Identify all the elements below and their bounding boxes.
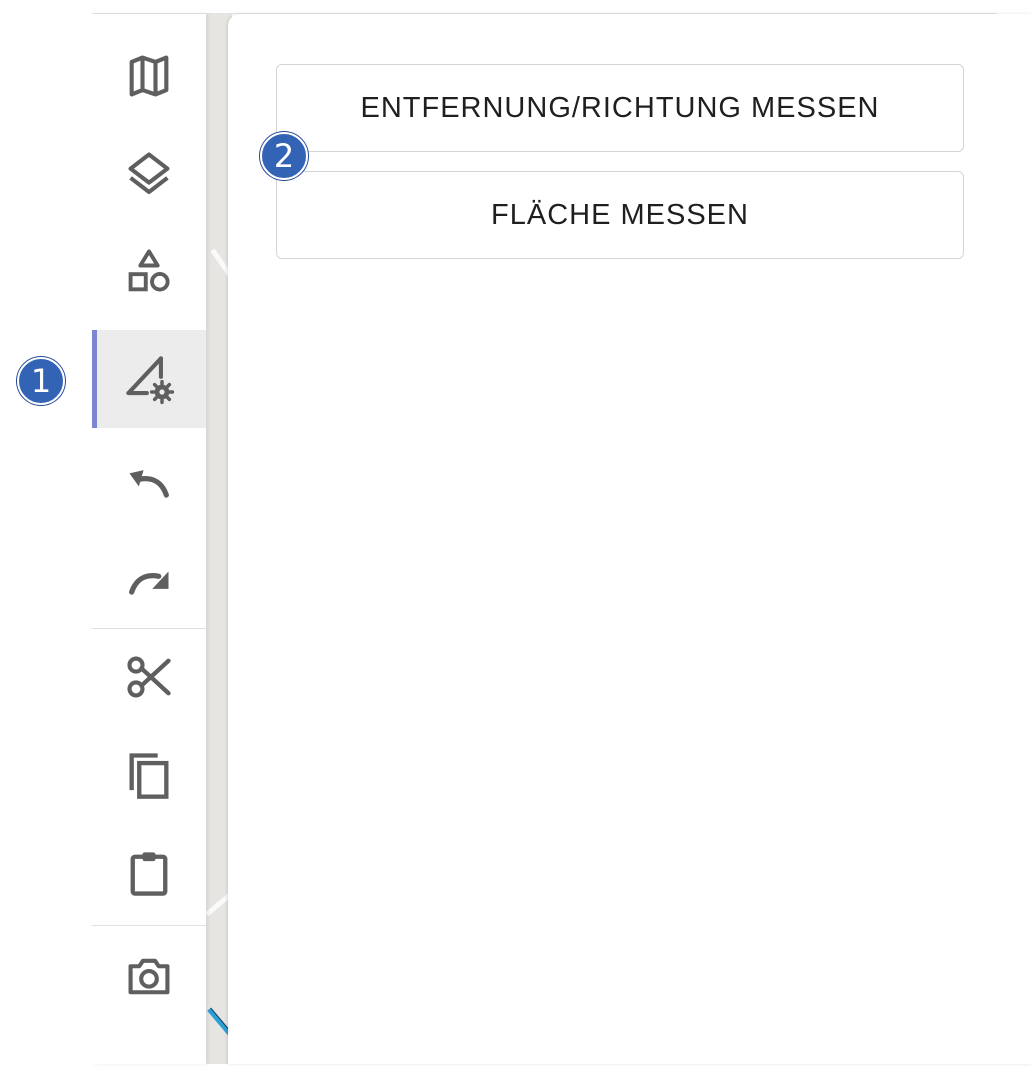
camera-icon bbox=[128, 958, 170, 995]
paste-button[interactable] bbox=[92, 824, 206, 922]
copy-button[interactable] bbox=[92, 726, 206, 824]
shapes-icon bbox=[128, 249, 170, 292]
redo-icon bbox=[129, 571, 169, 595]
annotation-badge-2: 2 bbox=[260, 132, 308, 180]
measure-area-button[interactable]: FLÄCHE MESSEN bbox=[276, 171, 964, 259]
measure-settings-icon bbox=[126, 356, 175, 405]
undo-button[interactable] bbox=[92, 432, 206, 530]
shapes-tool-button[interactable] bbox=[92, 223, 206, 321]
measure-tool-button[interactable] bbox=[92, 330, 206, 428]
map-tool-button[interactable] bbox=[92, 27, 206, 125]
measure-distance-direction-button[interactable]: ENTFERNUNG/RICHTUNG MESSEN bbox=[276, 64, 964, 152]
undo-icon bbox=[129, 470, 169, 498]
clipboard-icon bbox=[130, 852, 168, 896]
redo-button[interactable] bbox=[92, 529, 206, 627]
annotation-badge-1: 1 bbox=[17, 357, 65, 405]
left-toolbar bbox=[92, 14, 206, 1064]
app-stage: ENTFERNUNG/RICHTUNG MESSEN FLÄCHE MESSEN… bbox=[0, 0, 1032, 1075]
screenshot-button[interactable] bbox=[92, 927, 206, 1025]
scissors-icon bbox=[127, 656, 171, 698]
map-icon bbox=[129, 55, 169, 97]
toolbar-separator bbox=[92, 925, 206, 926]
measure-panel: ENTFERNUNG/RICHTUNG MESSEN FLÄCHE MESSEN bbox=[228, 14, 1032, 1064]
cut-button[interactable] bbox=[92, 628, 206, 726]
copy-icon bbox=[129, 753, 169, 799]
layers-tool-button[interactable] bbox=[92, 125, 206, 223]
layers-icon bbox=[128, 152, 170, 195]
